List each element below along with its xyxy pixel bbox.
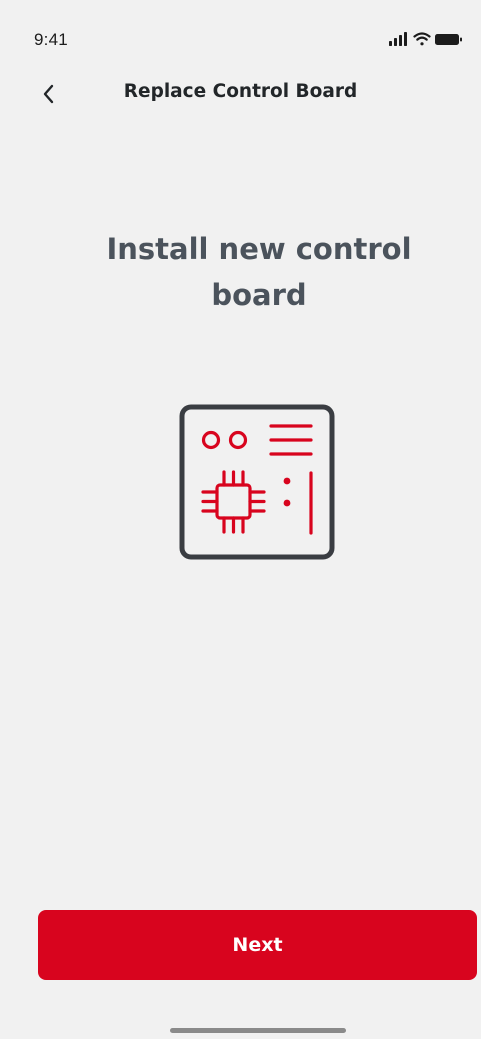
battery-icon <box>435 34 462 45</box>
status-icons <box>389 32 462 46</box>
next-button-label: Next <box>232 934 283 956</box>
control-board-icon <box>179 404 335 560</box>
next-button[interactable]: Next <box>38 910 477 980</box>
status-bar: 9:41 <box>0 0 481 66</box>
home-indicator[interactable] <box>170 1028 346 1033</box>
navigation-bar: Replace Control Board <box>0 70 481 116</box>
wifi-icon <box>413 32 431 46</box>
status-time: 9:41 <box>34 30 68 49</box>
page-title: Replace Control Board <box>123 81 358 102</box>
step-headline: Install new control board <box>106 232 412 312</box>
cellular-signal-icon <box>389 32 407 46</box>
